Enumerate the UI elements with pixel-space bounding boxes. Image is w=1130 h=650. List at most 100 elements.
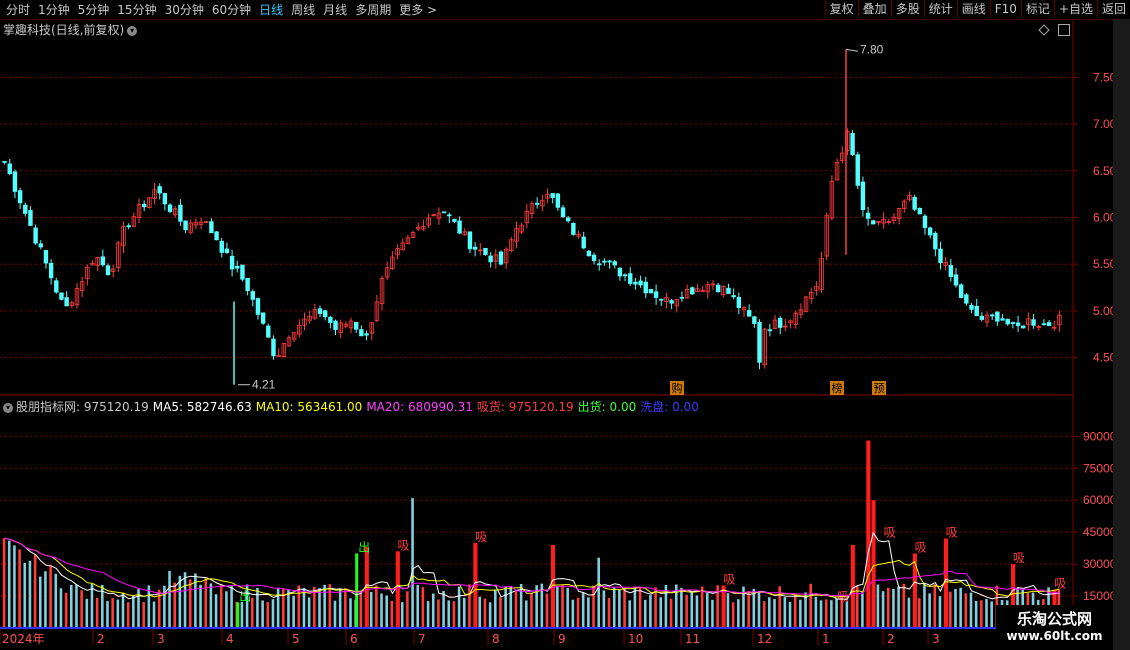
volume-bar-175 — [907, 597, 911, 628]
volume-bar-124 — [643, 599, 647, 628]
candle-body-141 — [731, 295, 736, 298]
price-tick-label-3: 6.00 — [1093, 211, 1113, 225]
candle-body-64 — [333, 320, 338, 330]
candle-body-45 — [235, 265, 240, 269]
candle-body-35 — [183, 220, 188, 231]
volume-bar-154 — [799, 599, 802, 628]
volume-bar-142 — [737, 599, 740, 628]
volume-bar-181 — [938, 596, 942, 628]
vol-tick-label-4: 75000 — [1083, 461, 1113, 475]
candle-body-133 — [690, 287, 695, 295]
volume-bar-151 — [783, 597, 787, 628]
volume-bar-108 — [561, 585, 564, 628]
candle-body-4 — [23, 204, 28, 214]
xi-label-6: 吸 — [946, 526, 958, 540]
candle-body-201 — [1041, 323, 1047, 326]
volume-bar-134 — [695, 595, 699, 628]
candle-body-194 — [1005, 319, 1010, 325]
candle-body-19 — [100, 256, 106, 266]
candle-body-199 — [1031, 319, 1036, 326]
volume-bar-152 — [788, 602, 792, 628]
high-arrow — [845, 48, 859, 52]
candle-body-50 — [260, 312, 266, 324]
volume-bar-57 — [297, 585, 301, 628]
volume-bar-189 — [980, 600, 983, 628]
candle-body-8 — [43, 250, 49, 264]
volume-bar-176 — [912, 553, 917, 628]
volume-bar-55 — [287, 589, 290, 628]
candle-body-108 — [560, 207, 566, 218]
candle-body-7 — [38, 243, 43, 248]
volume-bar-20 — [106, 601, 109, 628]
volume-bar-79 — [411, 498, 414, 628]
volume-bar-46 — [240, 601, 244, 628]
candle-body-177 — [917, 208, 923, 215]
candle-body-94 — [488, 255, 493, 263]
indicator-name: 股朋指标网 — [16, 400, 77, 414]
volume-bar-126 — [654, 587, 657, 628]
candle-body-2 — [12, 171, 18, 192]
candle-body-69 — [359, 329, 364, 337]
candle-body-202 — [1046, 322, 1052, 326]
xi-label-2: 吸 — [723, 572, 735, 586]
volume-bar-158 — [819, 600, 823, 628]
candle-body-188 — [974, 305, 979, 317]
x-tick-label-3: 4 — [226, 632, 234, 646]
candle-body-86 — [447, 214, 452, 217]
xi-label-0: 吸 — [398, 538, 410, 552]
volume-bar-183 — [949, 591, 952, 628]
volume-bar-9 — [49, 565, 52, 628]
volume-bar-28 — [147, 585, 151, 628]
candle-body-42 — [219, 240, 224, 253]
volume-bar-168 — [871, 500, 876, 628]
candle-body-140 — [726, 287, 731, 294]
volume-bar-69 — [359, 591, 363, 628]
volume-bar-48 — [250, 597, 254, 628]
volume-bar-13 — [69, 584, 73, 628]
candle-body-24 — [126, 225, 131, 228]
marker-label-1: 榜 — [832, 381, 843, 395]
candle-body-117 — [607, 260, 612, 263]
volume-bar-88 — [457, 586, 461, 628]
volume-bar-17 — [90, 583, 94, 628]
candle-body-197 — [1021, 325, 1026, 329]
candle-body-43 — [224, 248, 230, 253]
side-strip[interactable] — [1113, 19, 1130, 650]
candle-body-32 — [167, 204, 173, 212]
candle-body-103 — [534, 202, 540, 205]
volume-bar-4 — [23, 562, 27, 628]
volume-bar-114 — [592, 585, 595, 628]
candle-body-46 — [240, 264, 245, 280]
volume-bar-71 — [369, 591, 373, 628]
candle-body-93 — [483, 247, 488, 256]
volume-bar-32 — [168, 570, 171, 628]
chart-svg: 4.50 5.00 5.50 6.00 6.50 7.00 7.50 7.80 4.21 购 榜 预 1… — [0, 19, 1113, 650]
volume-bar-54 — [281, 587, 285, 628]
ma5-value: MA5: 582746.63 — [152, 400, 252, 414]
watermark-logo: 乐淘公式网 www.60lt.com — [996, 605, 1113, 650]
volume-bar-118 — [612, 587, 616, 628]
volume-bar-36 — [188, 579, 192, 628]
candle-body-115 — [597, 263, 602, 266]
logo-url: www.60lt.com — [1006, 629, 1103, 643]
candle-body-186 — [964, 294, 969, 304]
chu-label-1: 出 — [358, 540, 370, 554]
volume-bar-25 — [132, 595, 135, 628]
indicator-value: : 975120.19 — [76, 400, 149, 414]
logo-name: 乐淘公式网 — [1016, 610, 1092, 628]
volume-bar-51 — [266, 602, 270, 628]
candle-body-187 — [969, 305, 974, 310]
candle-body-62 — [322, 310, 328, 318]
volume-bar-77 — [400, 602, 404, 628]
volume-bar-117 — [607, 597, 611, 628]
candle-body-11 — [59, 292, 64, 300]
chevron-down-icon[interactable]: ▾ — [3, 402, 13, 413]
volume-bar-94 — [488, 602, 492, 628]
marker-label-2: 预 — [874, 382, 885, 395]
candle-body-12 — [64, 297, 69, 307]
volume-bar-49 — [256, 587, 259, 628]
volume-bar-137 — [711, 599, 714, 628]
volume-bar-56 — [292, 595, 295, 628]
candle-body-180 — [933, 232, 938, 250]
high-label: 7.80 — [860, 42, 884, 56]
